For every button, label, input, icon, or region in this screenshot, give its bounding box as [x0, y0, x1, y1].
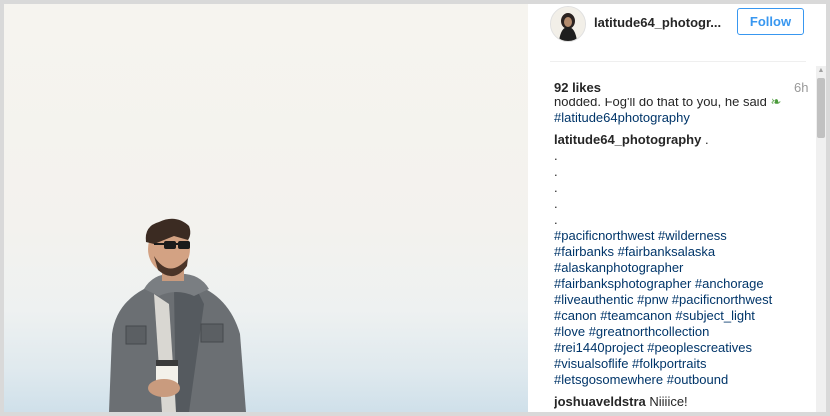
post-window: latitude64_photogr... Follow 92 likes 6h…: [4, 4, 826, 412]
scroll-up-arrow-icon[interactable]: ▲: [816, 66, 826, 76]
post-timestamp[interactable]: 6h: [794, 80, 808, 95]
caption-dot: .: [554, 164, 558, 179]
likes-count[interactable]: 92 likes: [554, 80, 601, 95]
hashtag-line[interactable]: #love #greatnorthcollection: [554, 324, 806, 340]
hashtag-line[interactable]: #alaskanphotographer: [554, 260, 806, 276]
hashtag-line[interactable]: #liveauthentic #pnw #pacificnorthwest: [554, 292, 806, 308]
comment-item: joshuaveldstra Niiiice!: [554, 394, 806, 410]
scrollbar-thumb[interactable]: [817, 78, 825, 138]
comments-scrollbar[interactable]: ▲: [816, 66, 826, 412]
hashtag-line[interactable]: #fairbanksphotographer #anchorage: [554, 276, 806, 292]
caption-dot: .: [554, 212, 558, 227]
hashtag-line[interactable]: #canon #teamcanon #subject_light: [554, 308, 806, 324]
avatar-image-icon: [551, 7, 585, 41]
hashtag-line[interactable]: #letsgosomewhere #outbound: [554, 372, 806, 388]
post-photo[interactable]: [4, 4, 528, 412]
comments-list[interactable]: nodded. Fog'll do that to you, he said ❧…: [554, 98, 806, 412]
leaf-emoji-icon: ❧: [770, 98, 782, 109]
man-in-jacket-illustration: [109, 218, 246, 412]
hashtag-line[interactable]: #fairbanks #fairbanksalaska: [554, 244, 806, 260]
post-username[interactable]: latitude64_photogr...: [594, 15, 734, 30]
profile-avatar[interactable]: [550, 6, 586, 42]
caption-dot: .: [554, 180, 558, 195]
caption-continuation: nodded. Fog'll do that to you, he said ❧: [554, 98, 806, 110]
caption-dot: .: [554, 196, 558, 211]
post-side-panel: latitude64_photogr... Follow 92 likes 6h…: [528, 4, 826, 412]
hashtag-line[interactable]: #rei1440project #peoplescreatives: [554, 340, 806, 356]
hashtag-link[interactable]: #latitude64photography: [554, 110, 806, 126]
comment-author[interactable]: joshuaveldstra: [554, 394, 646, 409]
caption-comment: latitude64_photography . . . . . . #paci…: [554, 132, 806, 388]
post-header: latitude64_photogr... Follow: [528, 4, 810, 52]
follow-button[interactable]: Follow: [737, 8, 804, 35]
hashtag-line[interactable]: #visualsoflife #folkportraits: [554, 356, 806, 372]
caption-dot: .: [554, 148, 558, 163]
caption-cut-text: nodded. Fog'll do that to you, he said: [554, 98, 767, 109]
comment-text: Niiiice!: [649, 394, 688, 409]
caption-author[interactable]: latitude64_photography: [554, 132, 701, 147]
hashtag-line[interactable]: #pacificnorthwest #wilderness: [554, 228, 806, 244]
caption-author-suffix: .: [701, 132, 709, 147]
header-divider: [550, 61, 806, 62]
